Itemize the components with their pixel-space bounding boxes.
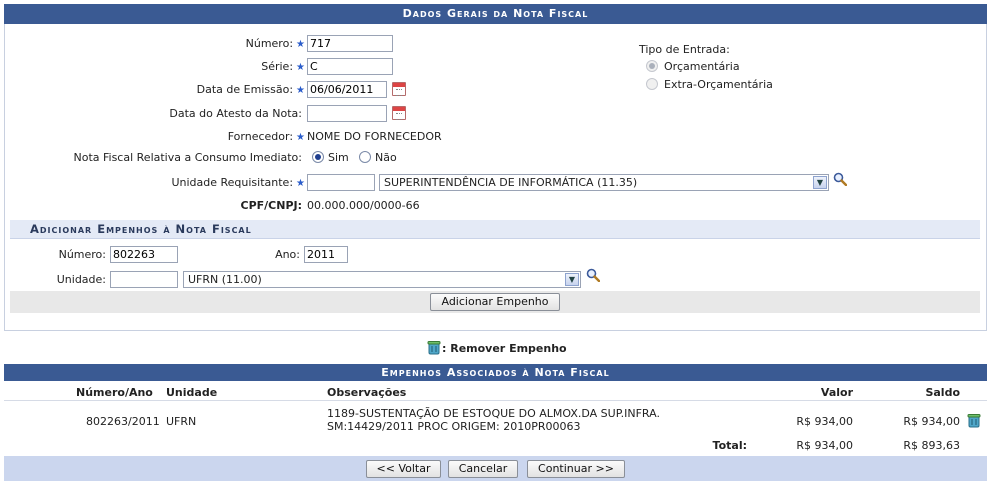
total-saldo: R$ 893,63	[903, 439, 960, 452]
continuar-button[interactable]: Continuar >>	[527, 460, 625, 478]
data-emissao-label: Data de Emissão:	[196, 83, 294, 96]
row-valor: R$ 934,00	[796, 415, 853, 428]
cancelar-button[interactable]: Cancelar	[448, 460, 518, 478]
empenho-ano-label: Ano:	[275, 248, 300, 261]
required-star-icon: ★	[296, 85, 305, 96]
row-numero-ano: 802263/2011	[86, 415, 160, 428]
calendar-icon[interactable]	[392, 82, 406, 96]
numero-label-row: Número: ★	[180, 37, 305, 50]
header-observacoes: Observações	[327, 386, 407, 399]
serie-input[interactable]	[307, 58, 393, 75]
unidade-requisitante-label-row: Unidade Requisitante: ★	[150, 176, 305, 189]
row-observacoes-line2: SM:14429/2011 PROC ORIGEM: 2010PR00063	[327, 420, 581, 433]
search-icon[interactable]	[586, 268, 600, 282]
consumo-nao-radio[interactable]	[359, 151, 371, 163]
empenho-numero-label: Número:	[58, 248, 106, 261]
header-valor: Valor	[820, 386, 853, 399]
adicionar-empenho-button[interactable]: Adicionar Empenho	[430, 293, 560, 311]
empenho-unidade-selected: UFRN (11.00)	[188, 273, 262, 286]
required-star-icon: ★	[296, 178, 305, 189]
remove-trash-icon	[427, 341, 441, 355]
numero-input[interactable]	[307, 35, 393, 52]
remove-empenho-icon[interactable]	[967, 413, 981, 428]
data-atesto-label: Data do Atesto da Nota:	[169, 107, 302, 120]
data-atesto-label-row: Data do Atesto da Nota:	[120, 107, 302, 120]
header-saldo: Saldo	[925, 386, 960, 399]
numero-label: Número:	[245, 37, 294, 50]
required-star-icon: ★	[296, 132, 305, 143]
table-row: 802263/2011 UFRN 1189-SUSTENTAÇÃO DE EST…	[4, 401, 987, 438]
cpf-label: CPF/CNPJ:	[240, 199, 303, 212]
tipo-extra-radio[interactable]	[646, 78, 658, 90]
fornecedor-label: Fornecedor:	[227, 130, 294, 143]
serie-label-row: Série: ★	[180, 60, 305, 73]
consumo-label: Nota Fiscal Relativa a Consumo Imediato:	[73, 151, 302, 164]
tipo-entrada-label: Tipo de Entrada:	[639, 43, 730, 56]
tipo-orcamentaria-radio[interactable]	[646, 60, 658, 72]
data-atesto-input[interactable]	[307, 105, 387, 122]
voltar-button[interactable]: << Voltar	[366, 460, 441, 478]
row-observacoes-line1: 1189-SUSTENTAÇÃO DE ESTOQUE DO ALMOX.DA …	[327, 407, 660, 420]
header-unidade: Unidade	[166, 386, 218, 399]
empenho-unidade-code-input[interactable]	[110, 271, 178, 288]
consumo-sim-radio[interactable]	[312, 151, 324, 163]
unidade-requisitante-select[interactable]: SUPERINTENDÊNCIA DE INFORMÁTICA (11.35) …	[379, 174, 829, 191]
chevron-down-icon: ▼	[813, 176, 827, 189]
data-emissao-label-row: Data de Emissão: ★	[150, 83, 305, 96]
adicionar-empenhos-caption: Adicionar Empenhos à Nota Fiscal	[10, 220, 980, 239]
unidade-requisitante-selected: SUPERINTENDÊNCIA DE INFORMÁTICA (11.35)	[384, 176, 638, 189]
chevron-down-icon: ▼	[565, 273, 579, 286]
cpf-value: 00.000.000/0000-66	[307, 199, 420, 212]
header-numero-ano: Número/Ano	[76, 386, 153, 399]
unidade-requisitante-code-input[interactable]	[307, 174, 375, 191]
empenho-unidade-label: Unidade:	[56, 273, 106, 286]
consumo-nao-label: Não	[375, 151, 397, 164]
tipo-orcamentaria-label: Orçamentária	[664, 60, 740, 73]
serie-label: Série:	[261, 60, 294, 73]
data-emissao-input[interactable]	[307, 81, 387, 98]
dados-gerais-caption: Dados Gerais da Nota Fiscal	[4, 4, 987, 24]
empenho-numero-input[interactable]	[110, 246, 178, 263]
empenho-ano-input[interactable]	[304, 246, 348, 263]
row-unidade: UFRN	[166, 415, 197, 428]
empenhos-associados-caption: Empenhos Associados à Nota Fiscal	[4, 364, 987, 381]
total-valor: R$ 934,00	[796, 439, 853, 452]
fornecedor-label-row: Fornecedor: ★	[150, 130, 305, 143]
required-star-icon: ★	[296, 39, 305, 50]
empenho-unidade-select[interactable]: UFRN (11.00) ▼	[183, 271, 581, 288]
row-saldo: R$ 934,00	[903, 415, 960, 428]
unidade-requisitante-label: Unidade Requisitante:	[171, 176, 294, 189]
search-icon[interactable]	[833, 172, 847, 186]
tipo-extra-label: Extra-Orçamentária	[664, 78, 773, 91]
fornecedor-value: NOME DO FORNECEDOR	[307, 130, 442, 143]
required-star-icon: ★	[296, 62, 305, 73]
consumo-sim-label: Sim	[328, 151, 349, 164]
remove-empenho-legend: : Remover Empenho	[442, 342, 567, 355]
calendar-icon[interactable]	[392, 106, 406, 120]
